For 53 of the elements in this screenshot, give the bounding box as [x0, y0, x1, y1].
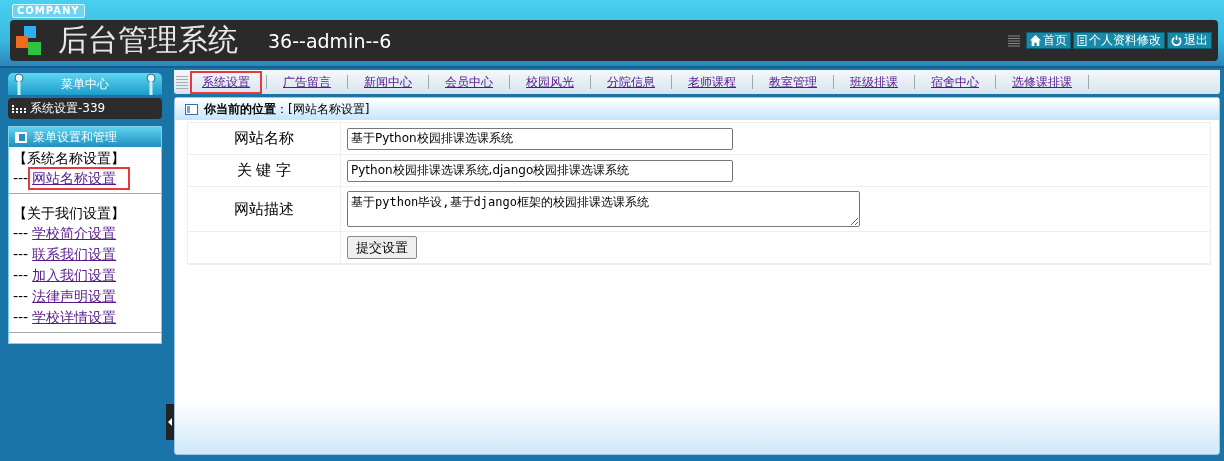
dash-prefix: ---	[13, 266, 29, 285]
module-item[interactable]: 系统设置-339	[8, 98, 162, 119]
group-heading: 【系统名称设置】	[13, 149, 126, 168]
collapse-icon[interactable]	[166, 404, 174, 440]
dash-prefix: ---	[13, 224, 29, 243]
nav-tab[interactable]: 班级排课	[838, 70, 910, 94]
text-field[interactable]: 基于Python校园排课选课系统	[347, 127, 733, 150]
nav-tab[interactable]: 教室管理	[757, 70, 829, 94]
pin-icon	[146, 73, 156, 95]
nav-tab[interactable]: 广告留言	[271, 70, 343, 94]
text-field[interactable]: Python校园排课选课系统,django校园排课选课系统	[347, 159, 733, 182]
profile-button[interactable]: 个人资料修改	[1073, 32, 1165, 49]
dash-prefix: ---	[13, 169, 29, 188]
text-area[interactable]: 基于python毕设,基于django框架的校园排课选课系统	[347, 191, 860, 227]
nav-tab[interactable]: 老师课程	[676, 70, 748, 94]
document-icon	[1077, 35, 1087, 46]
submit-button[interactable]: 提交设置	[347, 236, 417, 259]
nav-tab[interactable]: 分院信息	[595, 70, 667, 94]
lines-icon	[1008, 34, 1020, 47]
user-label: 36--admin--6	[268, 29, 392, 52]
nav-tab[interactable]: 系统设置	[190, 70, 262, 94]
nav-tab[interactable]: 选修课排课	[1000, 70, 1084, 94]
menu-link[interactable]: 联系我们设置	[28, 243, 131, 266]
nav-tab[interactable]: 宿舍中心	[919, 70, 991, 94]
nav-tab[interactable]: 新闻中心	[352, 70, 424, 94]
nav-tab[interactable]: 校园风光	[514, 70, 586, 94]
field-label: 关 键 字	[188, 155, 341, 187]
panel-icon	[15, 131, 27, 143]
company-badge: COMPANY	[12, 4, 85, 18]
home-button[interactable]: 首页	[1026, 32, 1071, 49]
power-icon	[1171, 35, 1182, 46]
breadcrumb: 你当前的位置：[网站名称设置]	[204, 100, 370, 118]
nav-tab[interactable]: 会员中心	[433, 70, 505, 94]
menu-link[interactable]: 法律声明设置	[28, 285, 131, 308]
group-heading: 【关于我们设置】	[13, 204, 126, 223]
dash-prefix: ---	[13, 308, 29, 327]
field-label: 网站名称	[188, 123, 341, 155]
grid-icon	[12, 103, 26, 114]
panel-title: 菜单设置和管理	[33, 128, 117, 146]
dash-prefix: ---	[13, 245, 29, 264]
home-icon	[1030, 35, 1041, 46]
panel-icon	[185, 103, 198, 115]
logout-button[interactable]: 退出	[1167, 32, 1212, 49]
dash-prefix: ---	[13, 287, 29, 306]
pin-icon	[14, 73, 24, 95]
menu-link[interactable]: 网站名称设置	[28, 167, 131, 190]
menu-link[interactable]: 加入我们设置	[28, 264, 131, 287]
field-label: 网站描述	[188, 187, 341, 232]
menu-link[interactable]: 学校详情设置	[28, 306, 131, 329]
system-title: 后台管理系统	[58, 21, 238, 59]
grip-icon	[176, 74, 188, 90]
menu-link[interactable]: 学校简介设置	[28, 222, 131, 245]
menu-title: 菜单中心	[61, 75, 109, 93]
